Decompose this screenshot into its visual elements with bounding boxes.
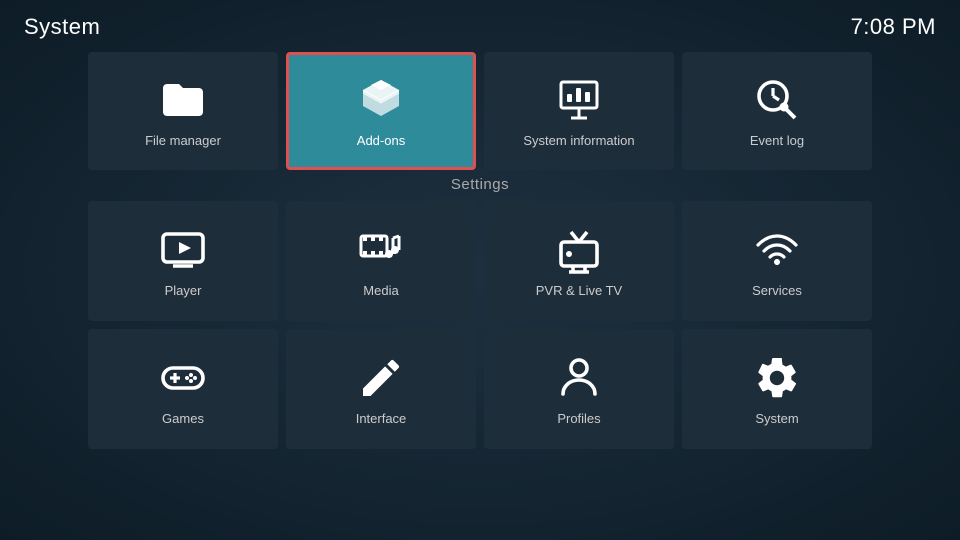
sysinfo-icon <box>554 75 604 125</box>
media-icon <box>356 225 406 275</box>
eventlog-icon <box>752 75 802 125</box>
tile-games-label: Games <box>162 411 204 426</box>
tile-player-label: Player <box>165 283 202 298</box>
tile-system[interactable]: System <box>682 329 872 449</box>
addons-icon <box>356 75 406 125</box>
tile-add-ons[interactable]: Add-ons <box>286 52 476 170</box>
tile-interface[interactable]: Interface <box>286 329 476 449</box>
tile-interface-label: Interface <box>356 411 407 426</box>
tile-system-label: System <box>755 411 798 426</box>
tile-services-label: Services <box>752 283 802 298</box>
tile-services[interactable]: Services <box>682 201 872 321</box>
page-title: System <box>24 14 100 40</box>
interface-icon <box>356 353 406 403</box>
tile-file-manager-label: File manager <box>145 133 221 148</box>
tile-pvr-live-tv[interactable]: PVR & Live TV <box>484 201 674 321</box>
tile-player[interactable]: Player <box>88 201 278 321</box>
settings-row-1: Player <box>0 201 960 321</box>
tile-event-log-label: Event log <box>750 133 804 148</box>
player-icon <box>158 225 208 275</box>
tile-add-ons-label: Add-ons <box>357 133 405 148</box>
games-icon <box>158 353 208 403</box>
tile-profiles[interactable]: Profiles <box>484 329 674 449</box>
header: System 7:08 PM <box>0 0 960 48</box>
top-row: File manager Add-ons <box>0 52 960 170</box>
tile-event-log[interactable]: Event log <box>682 52 872 170</box>
tile-system-information[interactable]: System information <box>484 52 674 170</box>
pvr-icon <box>554 225 604 275</box>
system-icon <box>752 353 802 403</box>
tile-media[interactable]: Media <box>286 201 476 321</box>
tile-pvr-live-tv-label: PVR & Live TV <box>536 283 622 298</box>
page-wrapper: System 7:08 PM File manager <box>0 0 960 540</box>
settings-row-2: Games Interface Profiles <box>0 329 960 449</box>
tile-games[interactable]: Games <box>88 329 278 449</box>
settings-section-label: Settings <box>0 176 960 193</box>
profiles-icon <box>554 353 604 403</box>
tile-file-manager[interactable]: File manager <box>88 52 278 170</box>
clock: 7:08 PM <box>851 14 936 40</box>
tile-profiles-label: Profiles <box>557 411 600 426</box>
folder-icon <box>158 75 208 125</box>
tile-system-information-label: System information <box>523 133 634 148</box>
services-icon <box>752 225 802 275</box>
tile-media-label: Media <box>363 283 398 298</box>
